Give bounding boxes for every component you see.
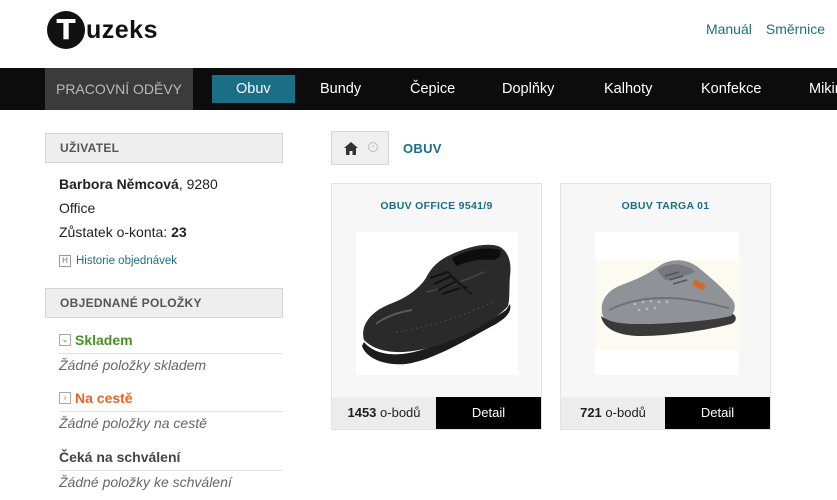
logo-text: uzeks — [86, 15, 158, 44]
nav-item-konfekce[interactable]: Konfekce — [701, 68, 761, 110]
orders-section-pending[interactable]: Čeká na schválení — [59, 449, 283, 465]
header: T uzeks Manuál Směrnice — [0, 0, 837, 68]
guidelines-link[interactable]: Směrnice — [766, 21, 825, 37]
nav-item-obuv[interactable]: Obuv — [212, 75, 295, 103]
product-card: OBUV OFFICE 9541/9 1453 o-bodů Detail — [331, 183, 542, 430]
user-panel-title: UŽIVATEL — [45, 133, 283, 163]
detail-button[interactable]: Detail — [436, 397, 541, 429]
breadcrumb: › — [331, 131, 389, 165]
orders-panel-title: OBJEDNANÉ POLOŽKY — [45, 288, 283, 318]
chevron-down-icon: ⌄ — [59, 334, 71, 346]
order-history-label: Historie objednávek — [76, 255, 178, 267]
price-unit: o-bodů — [380, 405, 421, 420]
breadcrumb-separator-icon: › — [368, 142, 378, 152]
manual-link[interactable]: Manuál — [706, 21, 752, 37]
logo-mark: T — [47, 11, 85, 49]
orders-section-in-transit[interactable]: › Na cestě — [59, 390, 283, 406]
in-transit-title: Na cestě — [75, 390, 133, 406]
balance-line: Zůstatek o-konta: 23 — [59, 224, 187, 240]
orders-section-in-stock[interactable]: ⌄ Skladem — [59, 332, 283, 348]
pending-title: Čeká na schválení — [59, 449, 181, 465]
logo[interactable]: T uzeks — [47, 11, 158, 49]
nav-item-mikiny[interactable]: Mikiny — [809, 68, 837, 110]
product-price: 1453 o-bodů — [332, 397, 436, 429]
product-title[interactable]: OBUV OFFICE 9541/9 — [332, 200, 541, 212]
product-title[interactable]: OBUV TARGA 01 — [561, 200, 770, 212]
nav-item-kalhoty[interactable]: Kalhoty — [604, 68, 652, 110]
main-nav: PRACOVNÍ ODĚVY Obuv Bundy Čepice Doplňky… — [0, 68, 837, 110]
user-name-line: Barbora Němcová, 9280 — [59, 176, 218, 192]
order-history-link[interactable]: H Historie objednávek — [59, 255, 177, 267]
balance-label: Zůstatek o-konta: — [59, 224, 168, 240]
history-icon: H — [59, 255, 71, 267]
price-unit: o-bodů — [605, 405, 646, 420]
product-image-black-shoe[interactable] — [356, 232, 518, 375]
in-stock-title: Skladem — [75, 332, 133, 348]
product-image-grey-sneaker[interactable] — [595, 232, 739, 375]
page-title: OBUV — [403, 141, 442, 156]
nav-item-bundy[interactable]: Bundy — [320, 68, 361, 110]
price-value: 1453 — [347, 405, 377, 420]
in-transit-empty: Žádné položky na cestě — [59, 411, 283, 431]
product-card: OBUV TARGA 01 721 o-bodů Detail — [560, 183, 771, 430]
price-value: 721 — [580, 405, 602, 420]
pending-empty: Žádné položky ke schválení — [59, 470, 283, 490]
detail-button[interactable]: Detail — [665, 397, 770, 429]
product-footer: 721 o-bodů Detail — [561, 397, 770, 429]
user-name: Barbora Němcová — [59, 176, 179, 192]
home-icon[interactable] — [344, 142, 358, 155]
product-price: 721 o-bodů — [561, 397, 665, 429]
product-footer: 1453 o-bodů Detail — [332, 397, 541, 429]
in-stock-empty: Žádné položky skladem — [59, 353, 283, 373]
user-id: , 9280 — [178, 176, 218, 192]
balance-value: 23 — [171, 224, 187, 240]
chevron-right-icon: › — [59, 392, 71, 404]
nav-category[interactable]: PRACOVNÍ ODĚVY — [45, 68, 193, 110]
user-department: Office — [59, 200, 96, 216]
nav-item-cepice[interactable]: Čepice — [410, 68, 455, 110]
top-links: Manuál Směrnice — [706, 21, 825, 37]
nav-item-doplnky[interactable]: Doplňky — [502, 68, 554, 110]
